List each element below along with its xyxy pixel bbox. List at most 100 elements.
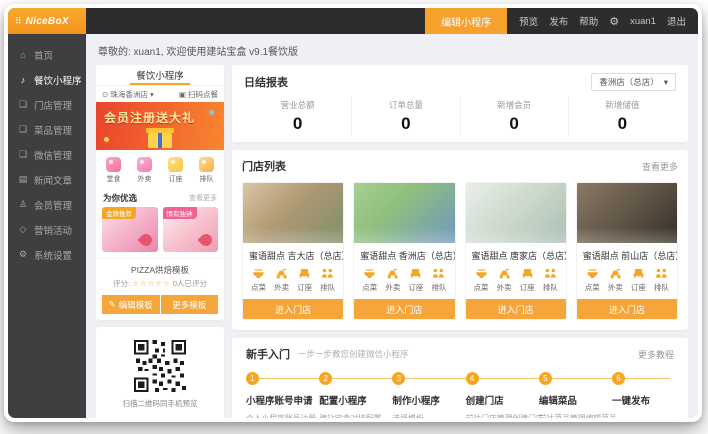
app-window: ⠿ NiceBoX 编辑小程序 预览 发布 帮助 ⚙ xuan1 退出 ⌂ 首页	[4, 4, 702, 422]
sidebar-item-system-settings[interactable]: ⚙ 系统设置	[8, 242, 86, 267]
member-icon: ♙	[18, 199, 28, 210]
store-photo	[243, 183, 343, 243]
action-label: 点菜	[362, 282, 377, 293]
stat-label: 营业总额	[244, 99, 351, 111]
store-icon: ❑	[18, 99, 28, 110]
sidebar-item-label: 门店管理	[34, 98, 72, 112]
stat-value: 0	[352, 114, 459, 134]
bowl-icon	[252, 267, 265, 280]
report-title: 日结报表	[244, 74, 288, 90]
queue-icon	[655, 267, 668, 280]
category-dine-in: 堂食	[106, 157, 121, 184]
sidebar-item-news-articles[interactable]: ▤ 新闻文章	[8, 167, 86, 192]
category-label: 订座	[169, 174, 183, 184]
gear-icon[interactable]: ⚙	[609, 15, 619, 28]
caret-down-icon: ▾	[150, 90, 154, 99]
more-templates-button[interactable]: 更多模板	[161, 295, 219, 314]
store-list-section: 门店列表 查看更多 蜜语甜点 吉大店（总店） 点菜	[232, 150, 688, 330]
step-link[interactable]: 选择模板	[392, 412, 465, 418]
scan-order-label: 扫码点餐	[188, 90, 218, 99]
marketing-icon: ◇	[18, 224, 28, 235]
step-link[interactable]: 个人小程序账号注册	[246, 412, 319, 418]
logo[interactable]: ⠿ NiceBoX	[8, 8, 86, 34]
store-name: 蜜语甜点 前山店（总店）	[577, 243, 677, 264]
scooter-icon	[498, 267, 511, 280]
step-link[interactable]: 建站宝盒对接配置	[319, 412, 392, 418]
action-label: 点菜	[251, 282, 266, 293]
step-number: 2	[319, 372, 332, 385]
step-link[interactable]: 前往门店管理创建门店	[466, 412, 539, 418]
action-label: 订座	[297, 282, 312, 293]
scooter-icon	[609, 267, 622, 280]
store-action-takeout: 外卖	[385, 267, 400, 293]
action-label: 外卖	[497, 282, 512, 293]
category-reserve: 订座	[168, 157, 183, 184]
caret-down-icon: ▾	[664, 77, 668, 88]
sidebar-item-label: 营销活动	[34, 223, 72, 237]
category-label: 堂食	[107, 174, 121, 184]
guide-step-3: 3 制作小程序 选择模板 设计制作	[392, 372, 465, 418]
logout-link[interactable]: 退出	[667, 14, 686, 28]
step-title: 一键发布	[612, 393, 674, 407]
help-link[interactable]: 帮助	[579, 14, 598, 28]
edit-template-button[interactable]: ✎ 编辑模板	[102, 295, 160, 314]
guide-step-5: 5 编辑菜品 前往菜品管理编辑菜品	[539, 372, 612, 418]
enter-store-button[interactable]: 进入门店	[577, 299, 677, 319]
store-photo	[354, 183, 454, 243]
sidebar-item-restaurant-miniprogram[interactable]: ♪ 餐饮小程序	[8, 67, 86, 92]
store-name: 蜜语甜点 香洲店（总店）	[354, 243, 454, 264]
step-link[interactable]: 前往菜品管理编辑菜品	[539, 412, 612, 418]
dine-in-icon	[106, 157, 121, 172]
action-label: 排队	[320, 282, 335, 293]
action-label: 外卖	[274, 282, 289, 293]
stat-value: 0	[569, 114, 676, 134]
queue-icon	[544, 267, 557, 280]
sidebar-item-dish-management[interactable]: ❑ 菜品管理	[8, 117, 86, 142]
sidebar-item-label: 菜品管理	[34, 123, 72, 137]
picks-more-link: 查看更多	[189, 193, 217, 203]
store-select-dropdown[interactable]: 香洲店（总店） ▾	[591, 73, 676, 91]
store-action-reserve: 订座	[408, 267, 423, 293]
product-card: 金牌推荐	[102, 207, 158, 252]
stat-new-stored-value: 新增储值 0	[568, 96, 676, 136]
store-action-reserve: 订座	[520, 267, 535, 293]
store-list-more-link[interactable]: 查看更多	[642, 160, 678, 173]
store-name: 蜜语甜点 吉大店（总店）	[243, 243, 343, 264]
username[interactable]: xuan1	[630, 16, 656, 27]
more-tutorials-link[interactable]: 更多教程	[638, 348, 674, 361]
store-action-order: 点菜	[474, 267, 489, 293]
category-label: 排队	[200, 174, 214, 184]
action-label: 排队	[431, 282, 446, 293]
action-label: 排队	[543, 282, 558, 293]
publish-link[interactable]: 发布	[549, 14, 568, 28]
home-icon: ⌂	[18, 50, 28, 60]
store-action-reserve: 订座	[297, 267, 312, 293]
enter-store-button[interactable]: 进入门店	[243, 299, 343, 319]
store-photo	[466, 183, 566, 243]
qr-caption: 扫描二维码同手机预览	[123, 398, 198, 409]
rating-label: 评分:	[113, 279, 130, 288]
banner-text: 会员注册送大礼	[104, 109, 195, 126]
sidebar-item-label: 首页	[34, 48, 53, 62]
step-number: 4	[466, 372, 479, 385]
sidebar-item-wechat-management[interactable]: ❑ 微信管理	[8, 142, 86, 167]
sidebar-item-store-management[interactable]: ❑ 门店管理	[8, 92, 86, 117]
edit-miniprogram-button[interactable]: 编辑小程序	[425, 8, 507, 34]
scooter-icon	[275, 267, 288, 280]
sidebar-item-home[interactable]: ⌂ 首页	[8, 42, 86, 67]
sidebar-item-label: 微信管理	[34, 148, 72, 162]
dessert-image	[137, 232, 154, 249]
sidebar-item-marketing[interactable]: ◇ 营销活动	[8, 217, 86, 242]
product-badge: 金牌推荐	[102, 207, 136, 219]
sidebar-item-member-management[interactable]: ♙ 会员管理	[8, 192, 86, 217]
product-card: 情有独钟	[163, 207, 219, 252]
step-number: 5	[539, 372, 552, 385]
enter-store-button[interactable]: 进入门店	[466, 299, 566, 319]
preview-link[interactable]: 预览	[519, 14, 538, 28]
enter-store-button[interactable]: 进入门店	[354, 299, 454, 319]
qr-code	[134, 340, 186, 392]
guide-step-1: 1 小程序账号申请 个人小程序账号注册 企业小程序账号注册、认证 微信公众号注册…	[246, 372, 319, 418]
reserve-icon	[168, 157, 183, 172]
store-photo	[577, 183, 677, 243]
grid-icon: ⠿	[15, 17, 22, 26]
